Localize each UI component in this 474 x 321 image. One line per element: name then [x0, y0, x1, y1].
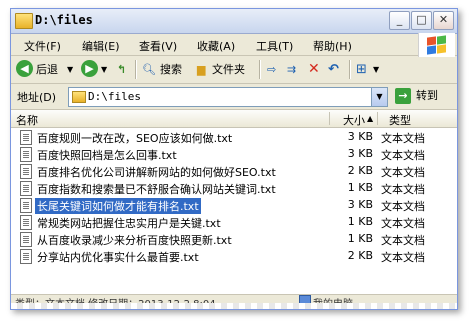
folder-icon: ▆ [197, 63, 206, 76]
list-item[interactable]: 百度排名优化公司讲解新网站的如何做好SEO.txt 2 KB 文本文档 [11, 163, 457, 179]
copy-to-icon[interactable]: ⇉ [287, 60, 296, 79]
address-bar: 地址(D) D:\files ▼ → 转到 [11, 85, 457, 110]
standard-toolbar: ◀ 后退 ▼ ▶ ▼ ↰ 🔍︎ 搜索 ▆ 文件夹 ⇨ ⇉ ✕ ↶ ⊞ ▼ [11, 57, 457, 84]
file-name: 百度排名优化公司讲解新网站的如何做好SEO.txt [37, 166, 276, 179]
toolbar-separator [349, 60, 351, 79]
column-size[interactable]: 大小 [343, 112, 365, 128]
torn-edge [11, 303, 457, 309]
title-bar[interactable]: D:\files _ □ ✕ [11, 9, 457, 34]
file-name: 分享站内优化事实什么最首要.txt [37, 251, 199, 264]
text-file-icon [20, 147, 32, 162]
menu-edit[interactable]: 编辑(E) [82, 38, 120, 54]
forward-dropdown-icon[interactable]: ▼ [101, 60, 107, 79]
text-file-icon [20, 181, 32, 196]
file-type: 文本文档 [381, 132, 425, 145]
text-file-icon [20, 249, 32, 264]
list-item[interactable]: 常规类网站把握住忠实用户是关键.txt 1 KB 文本文档 [11, 214, 457, 230]
folder-icon [72, 91, 86, 103]
file-name: 从百度收录减少来分析百度快照更新.txt [37, 234, 232, 247]
sort-arrow-icon: ▲ [367, 114, 374, 123]
delete-icon[interactable]: ✕ [308, 60, 320, 79]
file-size: 2 KB [347, 164, 373, 177]
views-icon[interactable]: ⊞ [356, 60, 367, 79]
file-size: 1 KB [347, 215, 373, 228]
address-dropdown-icon[interactable]: ▼ [371, 88, 387, 106]
list-item[interactable]: 百度规则一改在改，SEO应该如何做.txt 3 KB 文本文档 [11, 129, 457, 145]
file-type: 文本文档 [381, 166, 425, 179]
file-type: 文本文档 [381, 149, 425, 162]
file-size: 3 KB [347, 147, 373, 160]
go-arrow-icon: → [395, 88, 411, 104]
menu-view[interactable]: 查看(V) [139, 38, 177, 54]
file-type: 文本文档 [381, 234, 425, 247]
file-list: 名称 大小 ▲ 类型 百度规则一改在改，SEO应该如何做.txt 3 KB 文本… [11, 110, 457, 309]
column-type[interactable]: 类型 [389, 112, 411, 128]
file-type: 文本文档 [381, 200, 425, 213]
menu-favorites[interactable]: 收藏(A) [197, 38, 235, 54]
file-name: 百度规则一改在改，SEO应该如何做.txt [37, 132, 233, 145]
column-name[interactable]: 名称 [16, 112, 38, 128]
folders-button[interactable]: 文件夹 [212, 60, 245, 79]
file-size: 1 KB [347, 232, 373, 245]
list-header: 名称 大小 ▲ 类型 [11, 110, 457, 128]
list-item-selected[interactable]: 长尾关键词如何做才能有排名.txt 3 KB 文本文档 [11, 197, 457, 214]
minimize-button[interactable]: _ [389, 11, 410, 30]
list-item[interactable]: 分享站内优化事实什么最首要.txt 2 KB 文本文档 [11, 248, 457, 264]
text-file-icon [20, 232, 32, 247]
address-label: 地址(D) [17, 91, 57, 104]
windows-logo-icon [418, 33, 455, 57]
file-name: 常规类网站把握住忠实用户是关键.txt [37, 217, 221, 230]
text-file-icon [20, 198, 32, 213]
maximize-button[interactable]: □ [411, 11, 432, 30]
address-path: D:\files [88, 90, 141, 103]
back-button[interactable]: 后退 [36, 60, 58, 79]
window-title: D:\files [35, 13, 93, 27]
file-size: 3 KB [347, 198, 373, 211]
menu-help[interactable]: 帮助(H) [313, 38, 352, 54]
views-dropdown-icon[interactable]: ▼ [373, 60, 379, 79]
go-button[interactable]: → 转到 [395, 87, 457, 105]
toolbar-separator [135, 60, 137, 79]
text-file-icon [20, 215, 32, 230]
menu-file[interactable]: 文件(F) [24, 38, 61, 54]
list-item[interactable]: 百度指数和搜索量已不舒服合确认网站关键词.txt 1 KB 文本文档 [11, 180, 457, 196]
file-size: 3 KB [347, 130, 373, 143]
search-icon: 🔍︎ [142, 63, 156, 76]
menu-tools[interactable]: 工具(T) [256, 38, 293, 54]
file-name: 百度快照回档是怎么回事.txt [37, 149, 177, 162]
file-name: 百度指数和搜索量已不舒服合确认网站关键词.txt [37, 183, 276, 196]
move-to-icon[interactable]: ⇨ [267, 60, 276, 79]
up-folder-icon[interactable]: ↰ [117, 60, 126, 79]
file-type: 文本文档 [381, 251, 425, 264]
text-file-icon [20, 130, 32, 145]
address-input[interactable]: D:\files ▼ [68, 87, 388, 107]
list-item[interactable]: 从百度收录减少来分析百度快照更新.txt 1 KB 文本文档 [11, 231, 457, 247]
text-file-icon [20, 164, 32, 179]
close-button[interactable]: ✕ [433, 11, 454, 30]
forward-arrow-icon[interactable]: ▶ [81, 60, 98, 77]
folder-icon [15, 13, 33, 29]
status-bar: 类型：文本文档 修改日期：2013-12-2 8:04 我的电脑 [11, 294, 457, 309]
explorer-window: D:\files _ □ ✕ 文件(F) 编辑(E) 查看(V) 收藏(A) 工… [10, 8, 458, 310]
back-dropdown-icon[interactable]: ▼ [67, 60, 73, 79]
file-type: 文本文档 [381, 183, 425, 196]
undo-icon[interactable]: ↶ [328, 60, 339, 79]
toolbar-separator [259, 60, 261, 79]
file-size: 2 KB [347, 249, 373, 262]
file-name: 长尾关键词如何做才能有排名.txt [35, 198, 201, 214]
file-size: 1 KB [347, 181, 373, 194]
menu-bar: 文件(F) 编辑(E) 查看(V) 收藏(A) 工具(T) 帮助(H) [11, 35, 457, 56]
file-type: 文本文档 [381, 217, 425, 230]
list-item[interactable]: 百度快照回档是怎么回事.txt 3 KB 文本文档 [11, 146, 457, 162]
go-label: 转到 [416, 89, 438, 102]
screenshot-frame: D:\files _ □ ✕ 文件(F) 编辑(E) 查看(V) 收藏(A) 工… [0, 0, 474, 321]
search-button[interactable]: 搜索 [160, 60, 182, 79]
back-arrow-icon[interactable]: ◀ [16, 60, 33, 77]
